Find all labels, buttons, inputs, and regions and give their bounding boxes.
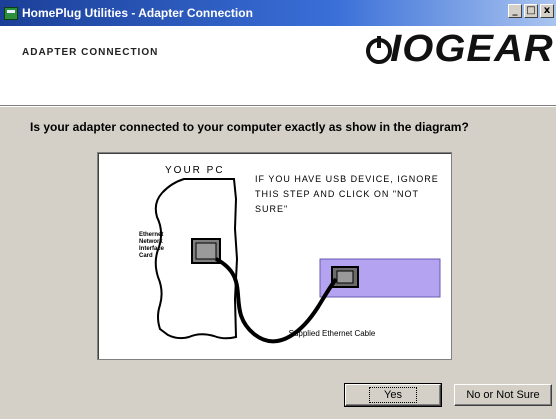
title-bar: HomePlug Utilities - Adapter Connection …: [0, 0, 556, 26]
cable-label: Supplied Ethernet Cable: [288, 329, 376, 338]
header-divider: [0, 105, 556, 107]
card-label: Ethernet Network Interface Card: [139, 232, 165, 259]
usb-note: IF YOU HAVE USB DEVICE, IGNORE THIS STEP…: [255, 174, 439, 214]
iogear-logo: IOGEAR: [364, 30, 553, 68]
logo-wordmark: IOGEAR: [390, 28, 554, 70]
yes-button-label: Yes: [369, 387, 417, 403]
close-button[interactable]: x: [540, 4, 554, 18]
question-text: Is your adapter connected to your comput…: [30, 120, 469, 134]
window-title: HomePlug Utilities - Adapter Connection: [22, 6, 253, 20]
pc-label: YOUR PC: [165, 165, 225, 176]
yes-button[interactable]: Yes: [344, 383, 442, 407]
app-icon: [4, 6, 18, 20]
minimize-button[interactable]: _: [508, 4, 522, 18]
window-controls: _ □ x: [508, 4, 554, 18]
no-button-label: No or Not Sure: [466, 389, 540, 401]
section-title: ADAPTER CONNECTION: [22, 47, 159, 58]
maximize-button[interactable]: □: [524, 4, 538, 18]
no-or-not-sure-button[interactable]: No or Not Sure: [454, 384, 552, 406]
